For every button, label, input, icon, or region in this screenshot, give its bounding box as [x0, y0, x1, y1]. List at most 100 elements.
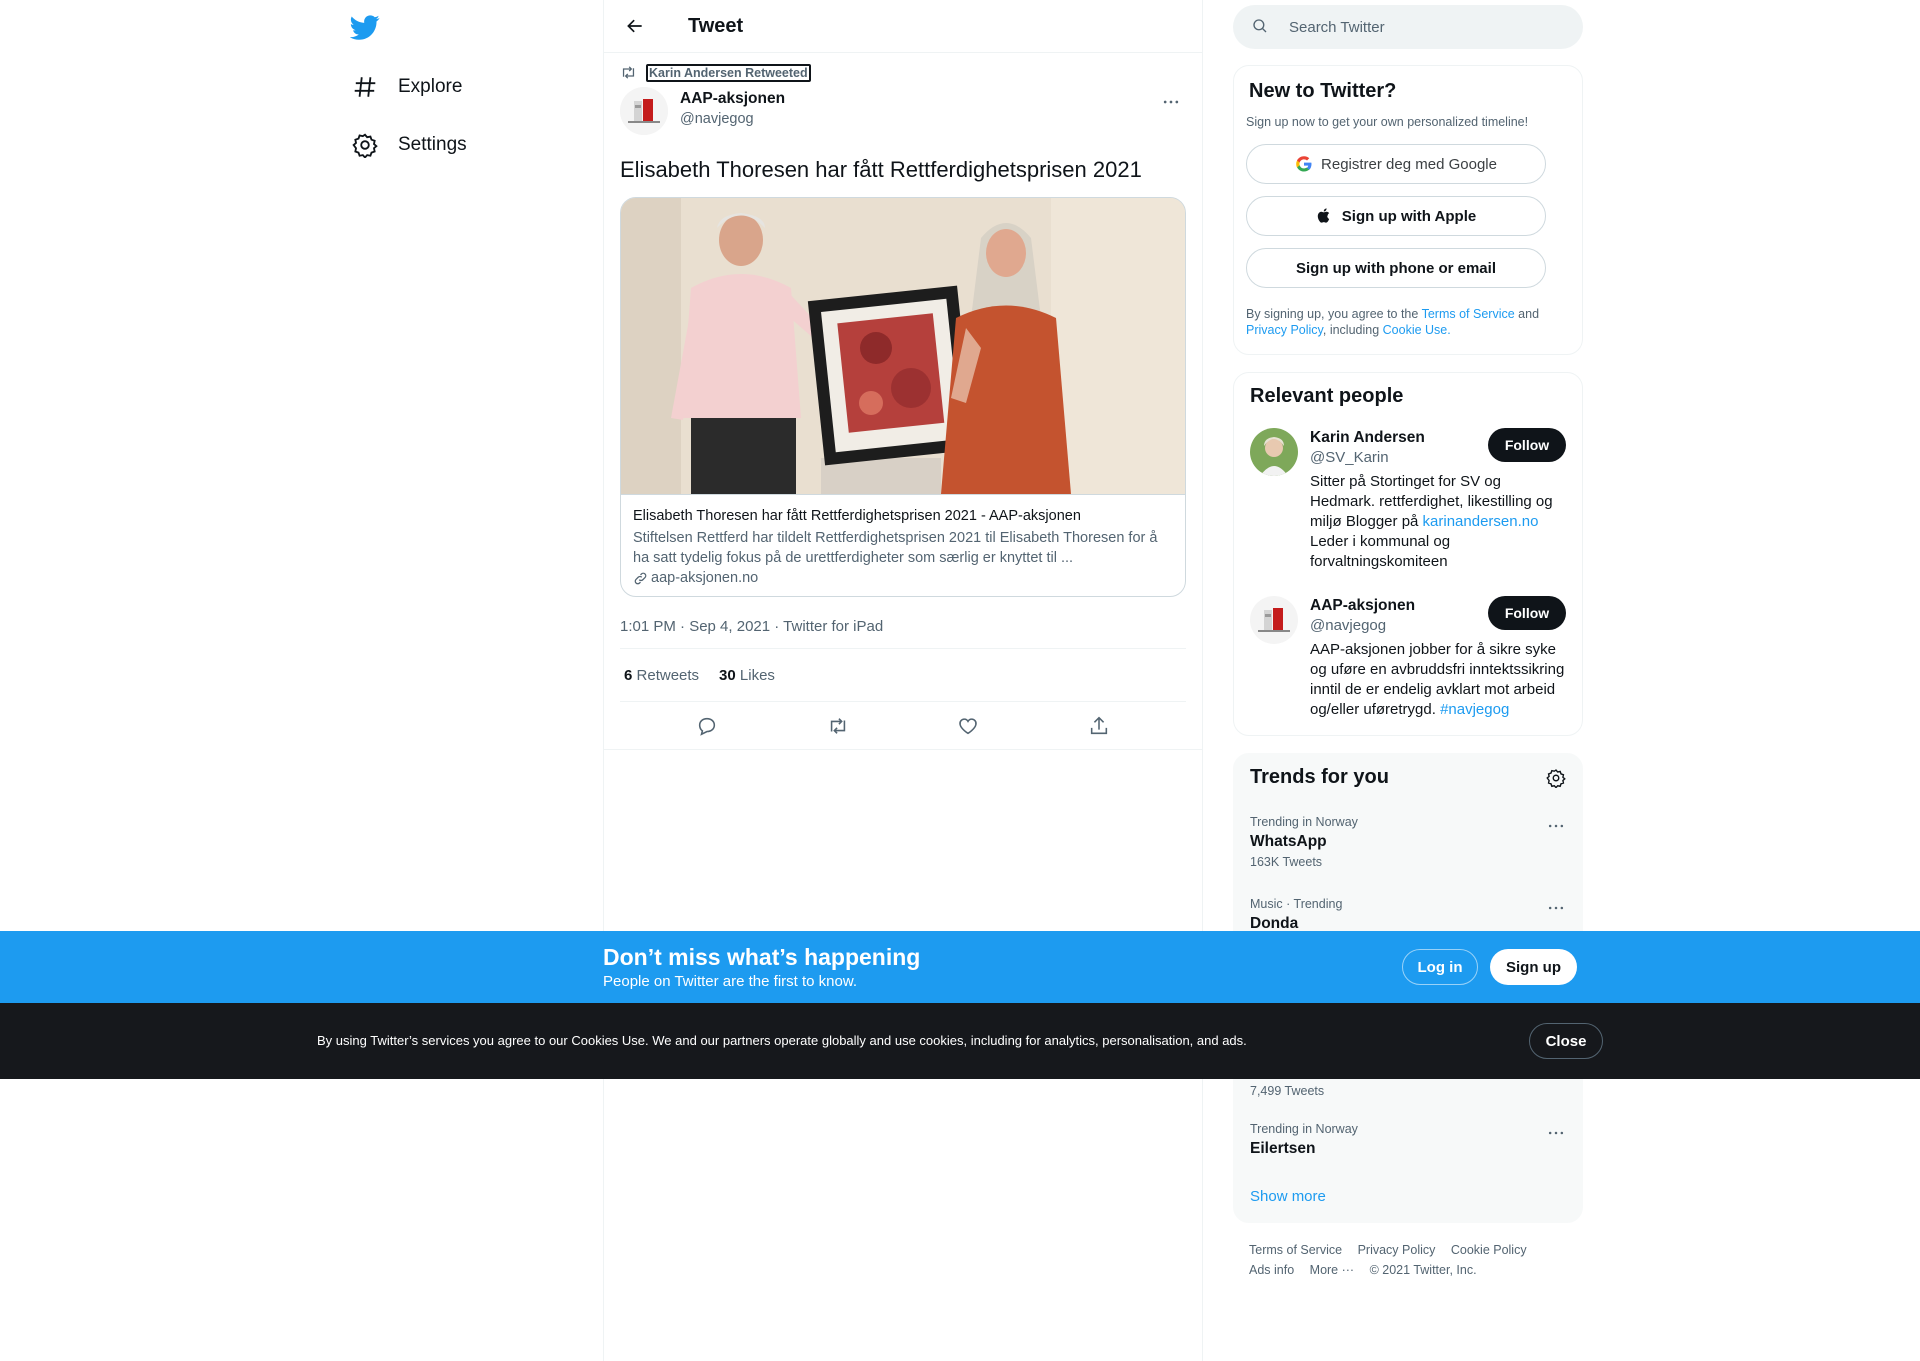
card-domain: aap-aksjonen.no — [633, 570, 1173, 586]
follow-button[interactable]: Follow — [1488, 428, 1566, 462]
show-more-link[interactable]: Show more — [1250, 1188, 1326, 1205]
author-handle[interactable]: @navjegog — [680, 109, 785, 129]
apple-icon — [1316, 207, 1334, 225]
author-name[interactable]: AAP-aksjonen — [680, 89, 785, 109]
footer-ads-link[interactable]: Ads info — [1249, 1263, 1294, 1277]
trend-item[interactable]: Trending in Norway Eilertsen — [1250, 1121, 1568, 1159]
card-domain-text: aap-aksjonen.no — [651, 570, 759, 586]
nav-settings-label: Settings — [398, 134, 467, 155]
twitter-bird-icon[interactable] — [350, 12, 382, 44]
login-prompt-banner: Don’t miss what’s happening People on Tw… — [0, 931, 1920, 1003]
more-options-button[interactable] — [1156, 87, 1186, 117]
link-card[interactable]: Elisabeth Thoresen har fått Rettferdighe… — [620, 197, 1186, 597]
person-bio: AAP-aksjonen jobber for å sikre syke og … — [1310, 640, 1570, 720]
avatar[interactable] — [620, 87, 668, 135]
nav-settings[interactable]: Settings — [352, 125, 467, 165]
retweet-context: Karin Andersen Retweeted — [620, 61, 1186, 85]
bio-text: AAP-aksjonen jobber for å sikre syke og … — [1310, 641, 1565, 718]
tweet: Karin Andersen Retweeted AAP-aksjonen @n… — [604, 61, 1202, 750]
more-dots-icon — [1163, 100, 1179, 104]
retweets-label: Retweets — [636, 666, 700, 684]
likes-number: 30 — [719, 666, 736, 684]
phone-signup-label: Sign up with phone or email — [1295, 259, 1496, 277]
trend-context: Trending in Norway — [1250, 1122, 1358, 1136]
footer-copyright: © 2021 Twitter, Inc. — [1369, 1263, 1477, 1277]
nav-explore-label: Explore — [398, 76, 463, 97]
trend-context: Music · Trending — [1250, 897, 1343, 911]
signup-subtitle: Sign up now to get your own personalized… — [1246, 115, 1529, 129]
reply-icon[interactable] — [696, 715, 718, 737]
signup-legal: By signing up, you agree to the Terms of… — [1246, 306, 1570, 338]
footer-cookie-link[interactable]: Cookie Policy — [1451, 1243, 1527, 1257]
privacy-link[interactable]: Privacy Policy — [1246, 323, 1323, 337]
trend-context: Trending in Norway — [1250, 815, 1358, 829]
share-icon[interactable] — [1088, 715, 1110, 737]
signup-panel: New to Twitter? Sign up now to get your … — [1233, 65, 1583, 355]
terms-link[interactable]: Terms of Service — [1422, 307, 1515, 321]
likes-label: Likes — [739, 666, 775, 684]
legal-and: and — [1514, 307, 1540, 321]
trends-settings-gear-icon[interactable] — [1546, 768, 1566, 788]
trend-item[interactable]: 7,499 Tweets — [1250, 1081, 1568, 1099]
tweet-column: Tweet Karin Andersen Retweeted AAP-aksjo… — [603, 0, 1203, 1361]
arrow-left-icon — [627, 19, 642, 33]
banner-subtitle: People on Twitter are the first to know. — [603, 973, 858, 990]
person-card[interactable]: Karin Andersen @SV_Karin Follow Sitter p… — [1250, 428, 1566, 572]
google-signup-button[interactable]: Registrer deg med Google — [1246, 144, 1546, 184]
signup-title: New to Twitter? — [1249, 80, 1397, 102]
likes-count[interactable]: 30 Likes — [719, 667, 775, 684]
trend-count: 7,499 Tweets — [1250, 1084, 1325, 1098]
person-bio: Sitter på Stortinget for SV og Hedmark. … — [1310, 472, 1570, 572]
footer-terms-link[interactable]: Terms of Service — [1249, 1243, 1342, 1257]
tweet-text: Elisabeth Thoresen har fått Rettferdighe… — [620, 157, 1142, 182]
trend-name: Eilertsen — [1250, 1140, 1316, 1157]
avatar[interactable] — [1250, 596, 1298, 644]
card-title: Elisabeth Thoresen har fått Rettferdighe… — [633, 508, 1081, 524]
retweets-number: 6 — [624, 666, 633, 684]
more-dots-icon[interactable] — [1546, 816, 1568, 838]
legal-prefix: By signing up, you agree to the — [1246, 307, 1422, 321]
login-button[interactable]: Log in — [1402, 949, 1478, 985]
relevant-people-title: Relevant people — [1250, 385, 1404, 407]
trend-item[interactable]: Music · Trending Donda — [1250, 896, 1568, 934]
gear-icon — [352, 132, 378, 158]
cookie-use-link[interactable]: Cookie Use. — [1383, 323, 1451, 337]
signup-button[interactable]: Sign up — [1490, 949, 1577, 985]
footer-more-link[interactable]: More ··· — [1310, 1263, 1354, 1277]
tweet-author: AAP-aksjonen @navjegog — [620, 87, 1186, 135]
bio-link[interactable]: karinandersen.no — [1423, 513, 1539, 530]
like-heart-icon[interactable] — [957, 715, 979, 737]
more-dots-icon[interactable] — [1546, 1123, 1568, 1145]
apple-signup-button[interactable]: Sign up with Apple — [1246, 196, 1546, 236]
retweeter-link[interactable]: Karin Andersen Retweeted — [646, 64, 811, 82]
relevant-people-panel: Relevant people Karin Andersen @SV_Karin… — [1233, 372, 1583, 736]
footer-privacy-link[interactable]: Privacy Policy — [1358, 1243, 1436, 1257]
cookie-consent-bar: By using Twitter’s services you agree to… — [0, 1003, 1920, 1079]
nav-explore[interactable]: Explore — [352, 67, 462, 107]
bio-hashtag-link[interactable]: #navjegog — [1440, 701, 1509, 718]
hashtag-icon — [352, 74, 378, 100]
search-input[interactable] — [1289, 18, 1569, 36]
cookie-close-button[interactable]: Close — [1529, 1023, 1603, 1059]
person-card[interactable]: AAP-aksjonen @navjegog Follow AAP-aksjon… — [1250, 596, 1566, 720]
bio-text-tail: Leder i kommunal og forvaltningskomiteen — [1310, 533, 1451, 570]
trend-item[interactable]: Trending in Norway WhatsApp 163K Tweets — [1250, 814, 1568, 870]
retweet-action-icon[interactable] — [827, 715, 849, 737]
tweet-meta: 1:01 PM · Sep 4, 2021 · Twitter for iPad — [620, 617, 1186, 649]
trend-name: WhatsApp — [1250, 833, 1327, 850]
tweet-actions — [604, 702, 1202, 750]
footer-links: Terms of Service Privacy Policy Cookie P… — [1249, 1240, 1579, 1280]
more-dots-icon[interactable] — [1546, 898, 1568, 920]
search-icon — [1251, 17, 1271, 37]
follow-button[interactable]: Follow — [1488, 596, 1566, 630]
card-image — [621, 198, 1185, 494]
retweet-icon — [620, 64, 638, 82]
search-bar[interactable] — [1233, 5, 1583, 49]
back-button[interactable] — [618, 9, 652, 43]
retweets-count[interactable]: 6 Retweets — [624, 667, 699, 684]
tweet-stats: 6 Retweets 30 Likes — [620, 649, 1186, 702]
trend-count: 163K Tweets — [1250, 855, 1323, 869]
avatar[interactable] — [1250, 428, 1298, 476]
phone-email-signup-button[interactable]: Sign up with phone or email — [1246, 248, 1546, 288]
banner-title: Don’t miss what’s happening — [603, 944, 921, 970]
